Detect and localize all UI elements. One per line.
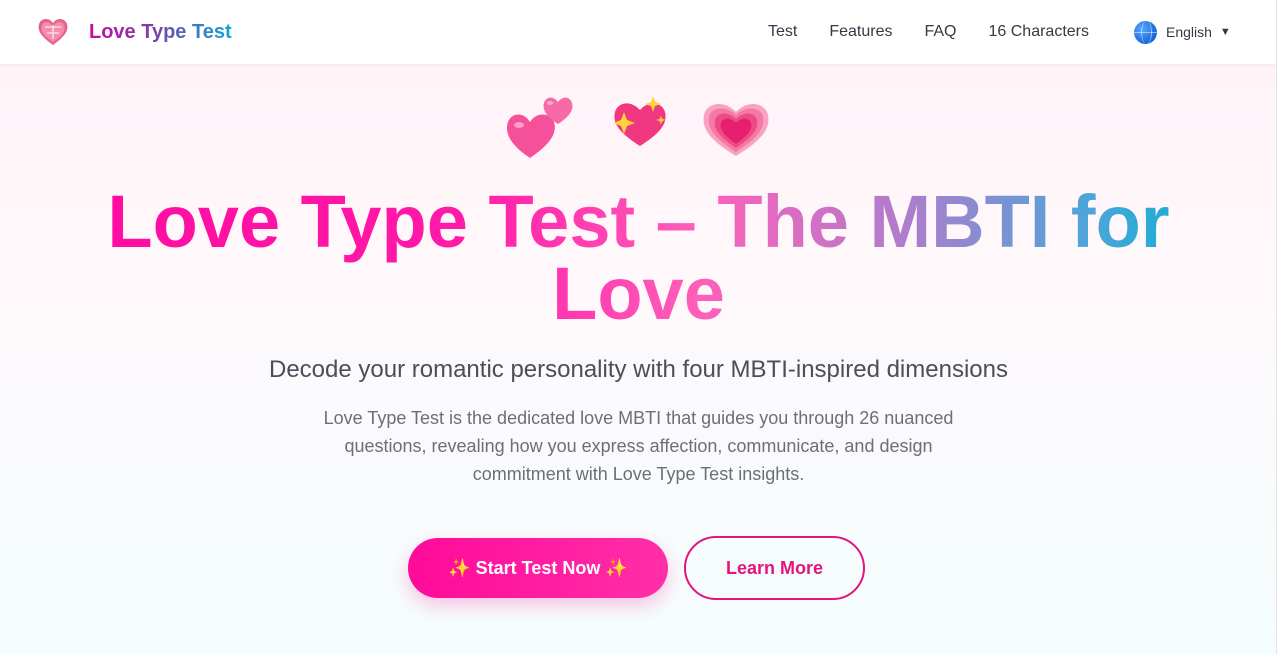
brand-name: Love Type Test [89,15,232,49]
site-header: Love Type Test Test Features FAQ 16 Char… [0,0,1277,64]
brand-link[interactable]: Love Type Test [36,15,232,49]
language-label: English [1166,24,1212,40]
globe-icon [1134,20,1157,44]
nav-item-faq[interactable]: FAQ [924,0,956,64]
language-selector[interactable]: English ▼ [1134,20,1231,44]
chevron-down-icon: ▼ [1219,26,1231,38]
sparkling-heart-icon [612,96,666,146]
hero-title: Love Type Test – The MBTI for Love [40,185,1237,331]
hero-icons [0,90,1277,160]
heart-logo-icon [38,18,68,45]
learn-more-button[interactable]: Learn More [684,536,865,600]
start-test-button[interactable]: ✨ Start Test Now ✨ [408,538,668,598]
nav-item-features[interactable]: Features [829,0,892,64]
hero-subtitle: Decode your romantic personality with fo… [269,356,1008,383]
main-nav: Test Features FAQ 16 Characters [768,0,1121,64]
hero-description: Love Type Test is the dedicated love MBT… [323,408,954,484]
nav-item-test[interactable]: Test [768,0,797,64]
growing-heart-icon [703,104,769,156]
nav-item-16-characters[interactable]: 16 Characters [989,0,1090,64]
two-hearts-icon [507,97,573,158]
